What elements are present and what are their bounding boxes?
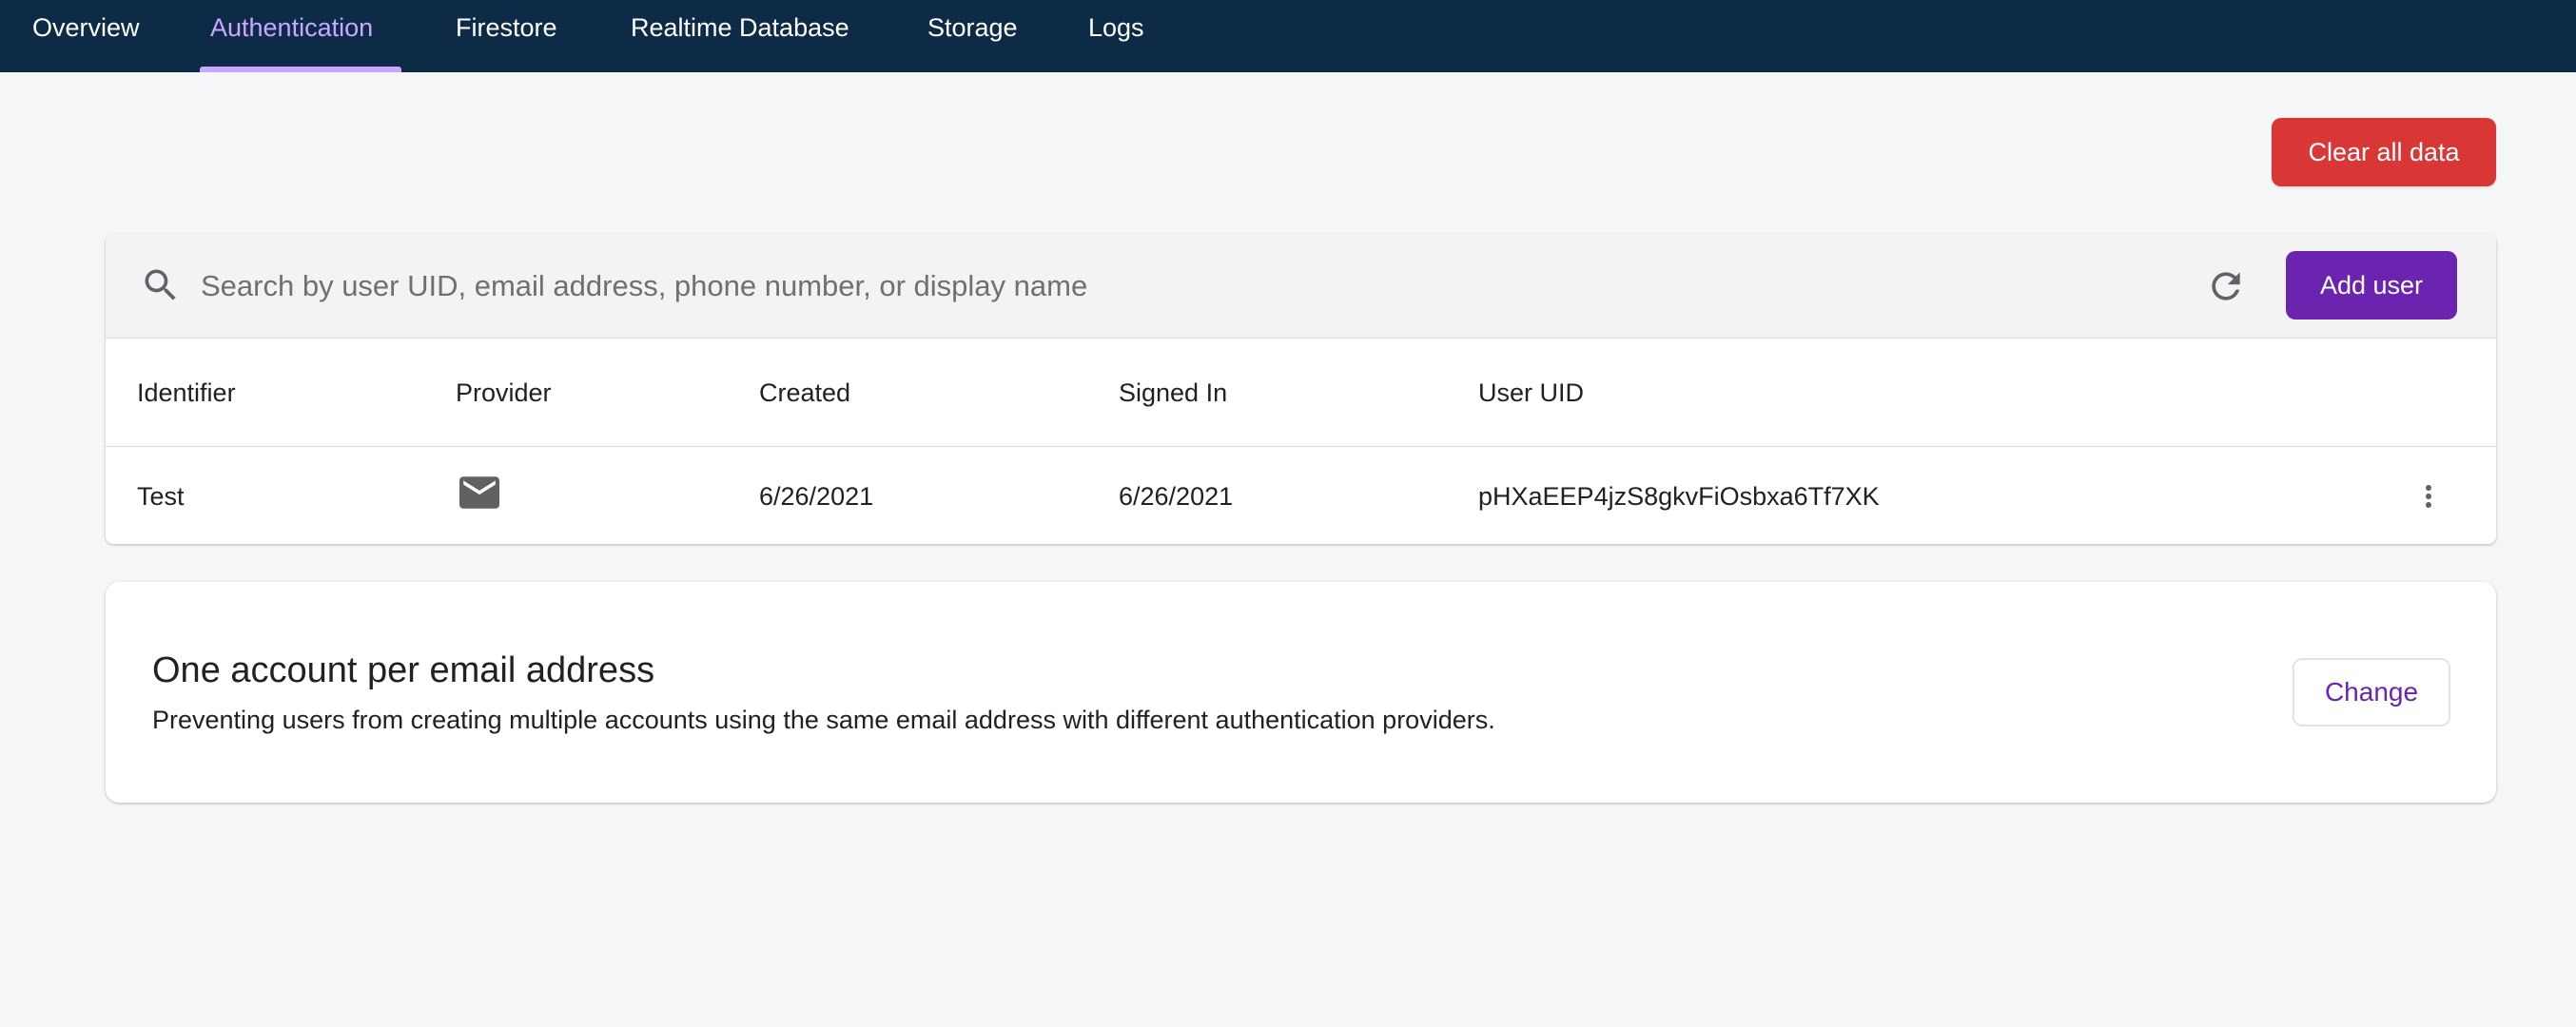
- tab-authentication[interactable]: Authentication: [210, 0, 373, 72]
- change-button[interactable]: Change: [2293, 658, 2450, 727]
- tab-overview[interactable]: Overview: [32, 0, 140, 72]
- more-vert-icon[interactable]: [2411, 475, 2446, 517]
- row-signed-in: 6/26/2021: [1119, 482, 1234, 511]
- tab-storage[interactable]: Storage: [927, 0, 1018, 72]
- search-input[interactable]: [201, 261, 2103, 312]
- row-identifier: Test: [137, 482, 185, 511]
- column-header-identifier[interactable]: Identifier: [137, 339, 236, 447]
- table-row[interactable]: Test 6/26/2021 6/26/2021 pHXaEEP4jzS8gkv…: [106, 447, 2496, 544]
- refresh-icon[interactable]: [2205, 265, 2247, 307]
- tab-realtime-database[interactable]: Realtime Database: [631, 0, 849, 72]
- mail-icon: [459, 476, 499, 509]
- policy-description: Preventing users from creating multiple …: [152, 706, 1495, 734]
- row-created: 6/26/2021: [759, 482, 874, 511]
- column-header-user-uid[interactable]: User UID: [1478, 339, 1584, 447]
- table-header: Identifier Provider Created Signed In Us…: [106, 339, 2496, 447]
- column-header-provider[interactable]: Provider: [456, 339, 552, 447]
- column-header-created[interactable]: Created: [759, 339, 850, 447]
- search-icon: [145, 269, 176, 300]
- tab-logs[interactable]: Logs: [1088, 0, 1144, 72]
- active-tab-indicator: [200, 67, 401, 72]
- top-navigation: Overview Authentication Firestore Realti…: [0, 0, 2576, 72]
- column-header-signed-in[interactable]: Signed In: [1119, 339, 1227, 447]
- policy-title: One account per email address: [152, 650, 655, 690]
- users-table-card: Add user Identifier Provider Created Sig…: [106, 234, 2496, 544]
- add-user-button[interactable]: Add user: [2286, 251, 2457, 320]
- account-policy-card: One account per email address Preventing…: [106, 582, 2496, 803]
- row-user-uid: pHXaEEP4jzS8gkvFiOsbxa6Tf7XK: [1478, 482, 1880, 511]
- search-toolbar: Add user: [106, 234, 2496, 339]
- tab-firestore[interactable]: Firestore: [456, 0, 557, 72]
- clear-all-data-button[interactable]: Clear all data: [2272, 118, 2496, 186]
